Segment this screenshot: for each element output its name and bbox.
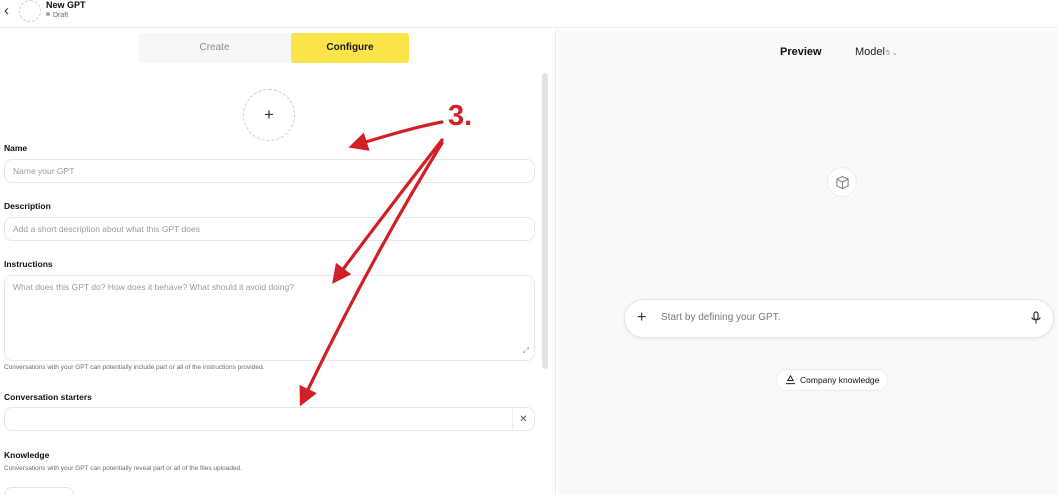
close-icon[interactable]: ✕ xyxy=(512,408,534,431)
company-knowledge-button[interactable]: Company knowledge xyxy=(776,369,889,392)
company-knowledge-label: Company knowledge xyxy=(800,375,880,385)
preview-composer[interactable]: + Start by defining your GPT. xyxy=(624,299,1054,338)
description-field[interactable]: Add a short description about what this … xyxy=(4,217,535,241)
gpt-avatar xyxy=(19,0,41,22)
knowledge-label: Knowledge xyxy=(4,450,50,460)
config-panel: Create Configure + Name Name your GPT De… xyxy=(0,29,556,495)
plus-icon[interactable]: + xyxy=(637,308,646,328)
name-placeholder: Name your GPT xyxy=(13,166,75,176)
model-label: Model xyxy=(855,46,885,58)
tab-configure[interactable]: Configure xyxy=(291,33,409,63)
instructions-label: Instructions xyxy=(4,259,53,269)
chevron-left-icon[interactable]: ‹ xyxy=(4,3,16,19)
description-placeholder: Add a short description about what this … xyxy=(13,224,200,234)
preview-title: Preview xyxy=(780,46,822,58)
conversation-starter-input[interactable]: ✕ xyxy=(4,407,535,431)
description-label: Description xyxy=(4,201,51,211)
draft-status: Draft xyxy=(46,11,68,20)
step-number-annotation: 3. xyxy=(448,100,473,132)
preview-panel: Preview Model5 ⌄ + Start by defining your… xyxy=(557,29,1058,495)
instructions-field[interactable]: What does this GPT do? How does it behav… xyxy=(4,275,535,361)
plus-icon: + xyxy=(264,105,274,124)
microphone-icon[interactable] xyxy=(1031,311,1041,330)
mode-tabs: Create Configure xyxy=(138,33,409,63)
knowledge-hint: Conversations with your GPT can potentia… xyxy=(4,465,242,472)
tab-create[interactable]: Create xyxy=(138,33,291,63)
scrollbar[interactable] xyxy=(542,73,548,369)
upload-files-button[interactable] xyxy=(4,487,74,495)
conversation-starters-label: Conversation starters xyxy=(4,392,92,402)
instructions-hint: Conversations with your GPT can potentia… xyxy=(4,364,265,371)
top-bar: ‹ New GPT Draft xyxy=(0,0,1058,28)
upload-avatar-button[interactable]: + xyxy=(243,89,295,141)
instructions-placeholder: What does this GPT do? How does it behav… xyxy=(13,282,294,292)
resize-handle-icon[interactable]: ⤢ xyxy=(523,345,529,356)
model-version: 5 xyxy=(885,50,890,57)
chevron-down-icon: ⌄ xyxy=(891,50,898,57)
model-selector[interactable]: Model5 ⌄ xyxy=(855,46,898,58)
composer-placeholder: Start by defining your GPT. xyxy=(661,312,781,323)
recycle-icon xyxy=(785,372,796,392)
status-text: Draft xyxy=(53,12,69,19)
name-field[interactable]: Name your GPT xyxy=(4,159,535,183)
gpt-title: New GPT xyxy=(46,0,86,10)
cube-icon xyxy=(827,167,857,197)
name-label: Name xyxy=(4,143,28,153)
status-dot xyxy=(46,12,50,16)
